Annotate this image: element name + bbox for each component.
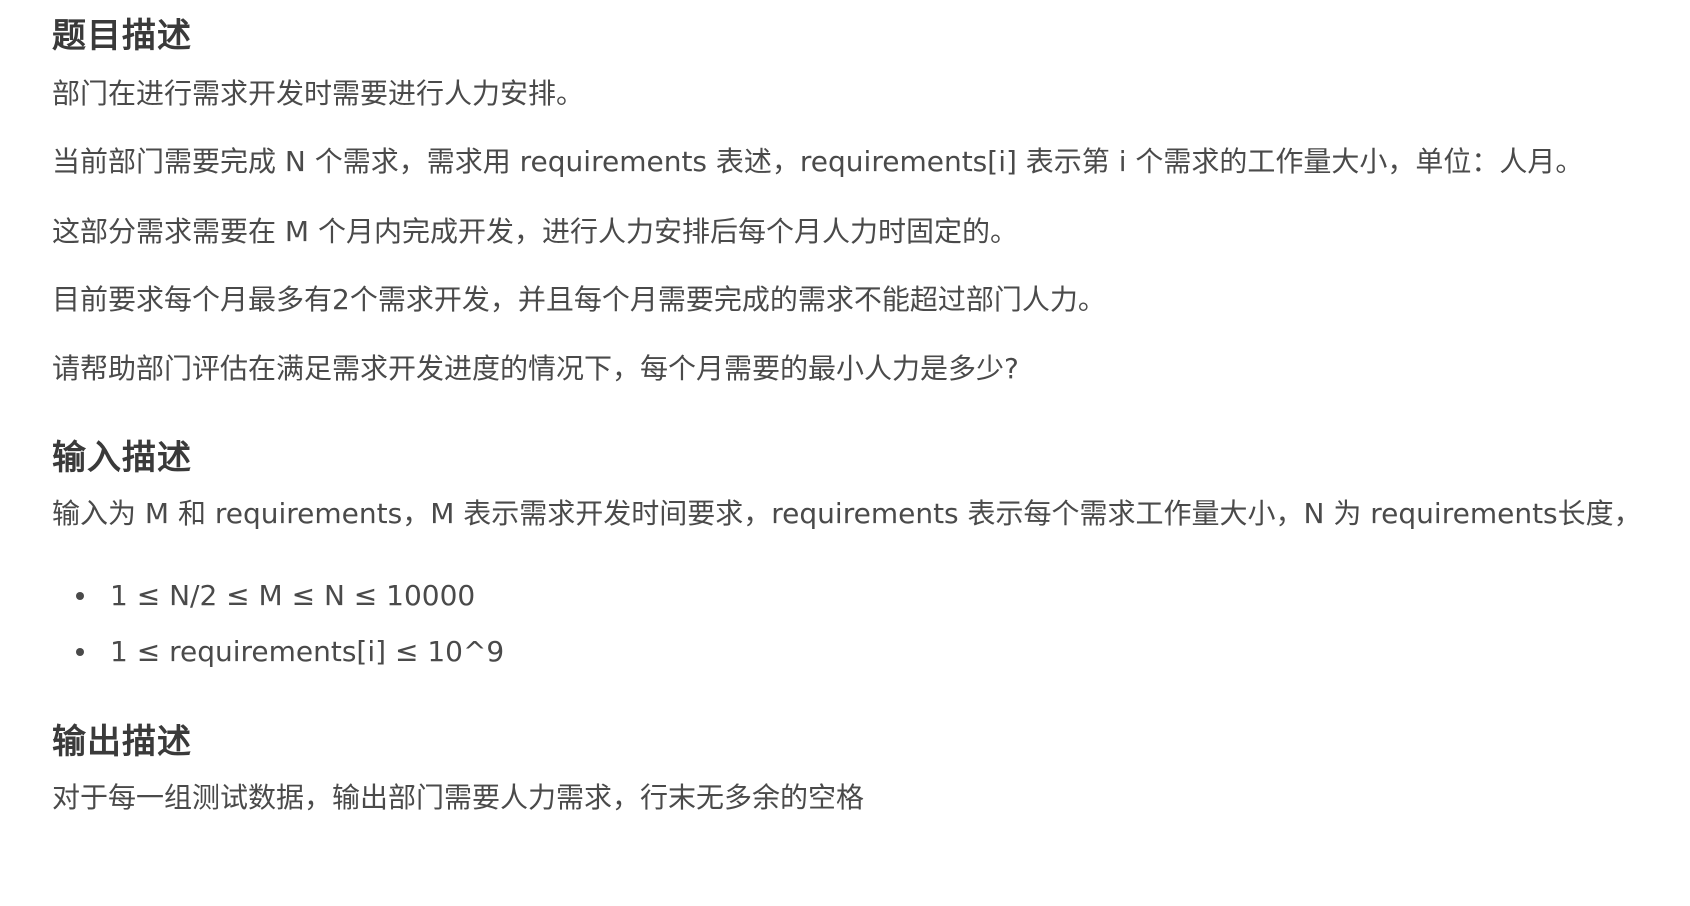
bullet-icon <box>76 648 84 656</box>
output-paragraph: 对于每一组测试数据，输出部门需要人力需求，行末无多余的空格 <box>52 781 865 814</box>
description-paragraph-5: 请帮助部门评估在满足需求开发进度的情况下，每个月需要的最小人力是多少? <box>52 352 1019 385</box>
bullet-icon <box>76 592 84 600</box>
output-heading: 输出描述 <box>52 722 192 762</box>
description-paragraph-3: 这部分需求需要在 M 个月内完成开发，进行人力安排后每个月人力时固定的。 <box>52 215 1018 248</box>
constraint-text: 1 ≤ N/2 ≤ M ≤ N ≤ 10000 <box>110 579 476 612</box>
constraint-text: 1 ≤ requirements[i] ≤ 10^9 <box>110 635 505 668</box>
description-heading: 题目描述 <box>52 16 192 56</box>
input-heading: 输入描述 <box>52 438 192 478</box>
description-paragraph-4: 目前要求每个月最多有2个需求开发，并且每个月需要完成的需求不能超过部门人力。 <box>52 283 1106 316</box>
input-paragraph: 输入为 M 和 requirements，M 表示需求开发时间要求，requir… <box>52 497 1642 530</box>
description-paragraph-1: 部门在进行需求开发时需要进行人力安排。 <box>52 77 585 110</box>
description-paragraph-2: 当前部门需要完成 N 个需求，需求用 requirements 表述，requi… <box>52 145 1584 178</box>
